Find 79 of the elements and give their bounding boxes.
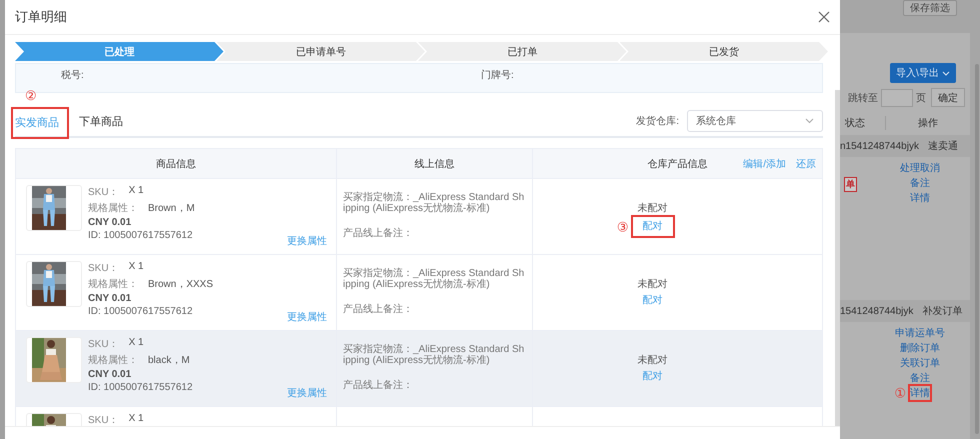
scrollbar[interactable] [835,90,840,426]
column-header: 操作 [917,116,939,130]
chevron-down-icon [942,70,950,76]
pair-link[interactable]: 配对 [642,293,662,307]
progress-step: 已申请单号 [216,42,425,61]
column-header: 仓库产品信息 [648,158,708,170]
sku-label: SKU： [88,186,119,199]
spec-label: 规格属性： [88,278,138,291]
price-text: CNY 0.01 [88,217,132,228]
progress-step: 已处理 [15,42,224,61]
shipping-text: 买家指定物流：_AliExpress Standard Shipping (AliExpress无忧物流-标准) [343,269,526,290]
shipping-text: 买家指定物流：_AliExpress Standard Shipping (AliExpress无忧物流-标准) [343,345,526,366]
close-icon[interactable] [818,11,830,23]
quantity-text: X 1 [128,413,144,426]
match-status: 未配对 [638,278,668,291]
header-link[interactable]: 还原 [796,156,816,170]
platform-text: 补发订单 [922,304,962,318]
action-link[interactable]: 详情 [910,191,930,205]
spec-label: 规格属性： [88,354,138,367]
field-label: 税号: [61,68,85,83]
annotation-number: ② [25,89,37,102]
import-export-button[interactable]: 导入\导出 [890,63,956,83]
change-attribute-link[interactable]: 更换属性 [287,234,327,248]
warehouse-select[interactable]: 系统仓库 [687,110,823,132]
action-link[interactable]: 备注 [910,371,930,385]
page-unit: 页 [916,92,926,104]
change-attribute-link[interactable]: 更换属性 [287,310,327,324]
price-text: CNY 0.01 [88,369,132,380]
warehouse-label: 发货仓库: [636,114,679,128]
action-link[interactable]: 详情 [910,386,930,400]
jump-label: 跳转至 [848,92,878,104]
quantity-text: X 1 [128,185,144,198]
order-number: n1541248744bjyk [840,140,919,152]
annotation-number: ③ [616,220,628,233]
column-header: 状态 [840,116,886,130]
confirm-button[interactable]: 确定 [931,88,965,107]
spec-value: Brown，M [148,202,195,215]
pair-link[interactable]: 配对 [642,219,662,233]
order-number: 1541248744bjyk [840,306,914,316]
chevron-down-icon [805,118,814,124]
spec-label: 规格属性： [88,202,138,215]
product-id: ID: 1005007617557612 [88,230,194,241]
spec-value: black，M [148,354,190,367]
quantity-text: X 1 [128,337,144,350]
match-status: 未配对 [638,202,668,215]
save-filter-button[interactable]: 保存筛选 [903,0,957,16]
remark-label: 产品线上备注： [343,380,413,391]
column-header: 线上信息 [414,158,454,170]
field-label: 门牌号: [481,68,514,83]
match-status: 未配对 [638,354,668,367]
header-link[interactable]: 编辑/添加 [743,156,786,170]
action-link[interactable]: 删除订单 [900,341,940,355]
order-badge: 单 [844,177,857,192]
sku-label: SKU： [88,262,119,275]
spec-value: Brown，XXXS [148,278,214,291]
annotation-number: ① [894,386,906,400]
platform-text: 速卖通 [928,140,958,153]
column-header: 商品信息 [156,158,196,170]
progress-step: 已发货 [620,42,828,61]
action-link[interactable]: 关联订单 [900,356,940,370]
progress-step: 已打单 [418,42,626,61]
remark-label: 产品线上备注： [343,304,413,315]
action-link[interactable]: 申请运单号 [895,326,945,340]
dialog-title: 订单明细 [15,8,67,26]
price-text: CNY 0.01 [88,293,132,304]
sku-label: SKU： [88,414,119,426]
tab[interactable]: 下单商品 [79,114,123,138]
action-link[interactable]: 备注 [910,176,930,190]
change-attribute-link[interactable]: 更换属性 [287,386,327,400]
sku-label: SKU： [88,338,119,351]
action-link[interactable]: 处理取消 [900,161,940,175]
page-input[interactable] [881,88,913,106]
product-id: ID: 1005007617557612 [88,306,194,317]
quantity-text: X 1 [128,261,144,274]
tab[interactable]: 实发商品 [15,115,59,139]
product-id: ID: 1005007617557612 [88,382,193,393]
remark-label: 产品线上备注： [343,228,413,239]
shipping-text: 买家指定物流：_AliExpress Standard Shipping (AliExpress无忧物流-标准) [343,193,526,214]
pair-link[interactable]: 配对 [642,369,662,383]
